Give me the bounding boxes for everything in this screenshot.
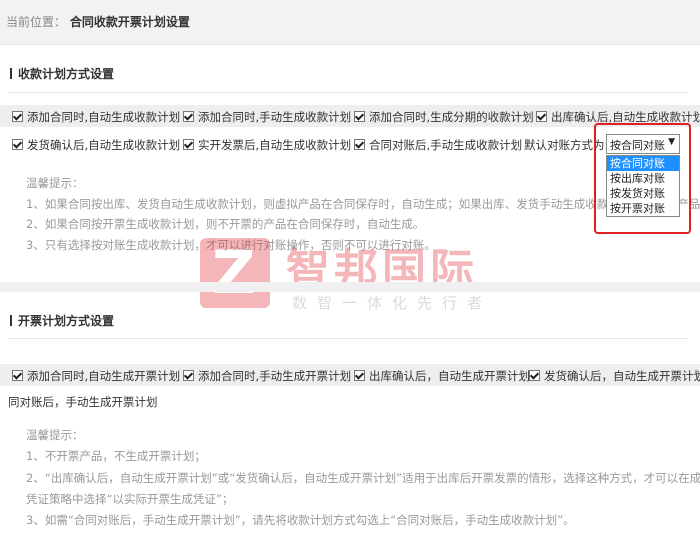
checkbox-checked-icon[interactable] [354,139,365,150]
checkbox-checked-icon[interactable] [12,111,23,122]
title-bar-decoration [10,68,12,79]
invoice-hint-2-cont: 凭证策略中选择“以实际开票生成凭证”； [26,492,234,506]
title-bar-decoration [10,315,12,326]
invoice-hint-title: 温馨提示： [26,428,84,442]
receipt-option-auto-on-add[interactable]: 添加合同时,自动生成收款计划 [12,109,180,125]
checkbox-checked-icon[interactable] [12,139,23,150]
section-separator [0,282,700,292]
checkbox-checked-icon[interactable] [183,111,194,122]
invoice-hint-3: 3、如需“合同对账后，手动生成开票计划”，请先将收款计划方式勾选上“合同对账后，… [26,513,575,527]
checkbox-checked-icon[interactable] [12,370,23,381]
watermark-logo: Z [200,238,270,308]
checkbox-checked-icon[interactable] [529,370,540,381]
invoice-option-after-reconcile-label: 同对账后，手动生成开票计划 [8,395,158,409]
receipt-hint-2: 2、如果合同按开票生成收款计划，则不开票的产品在合同保存时，自动生成。 [26,217,425,231]
invoice-section-title: 开票计划方式设置 [10,312,114,329]
invoice-option-manual-on-add[interactable]: 添加合同时,手动生成开票计划 [183,368,351,384]
page-title: 合同收款开票计划设置 [69,15,190,29]
receipt-option-manual-on-add[interactable]: 添加合同时,手动生成收款计划 [183,109,351,125]
section-divider [8,92,688,93]
invoice-hint-1: 1、不开票产品，不生成开票计划； [26,449,206,463]
checkbox-checked-icon[interactable] [536,111,547,122]
invoice-option-after-outbound[interactable]: 出库确认后，自动生成开票计划 [354,368,530,384]
invoice-hint-2: 2、“出库确认后，自动生成开票计划”或“发货确认后，自动生成开票计划”适用于出库… [26,471,700,485]
checkbox-checked-icon[interactable] [183,370,194,381]
receipt-option-after-invoice[interactable]: 实开发票后,自动生成收款计划 [183,137,351,153]
checkbox-checked-icon[interactable] [183,139,194,150]
breadcrumb-prefix: 当前位置： [6,15,67,29]
section-divider [8,338,688,339]
breadcrumb: 当前位置： 合同收款开票计划设置 [6,13,190,30]
checkbox-checked-icon[interactable] [354,111,365,122]
receipt-hint-title: 温馨提示： [26,176,84,190]
watermark-slogan: 数智一体化先行者 [292,294,493,312]
receipt-section-title: 收款计划方式设置 [10,65,114,82]
watermark: Z 智邦国际 数智一体化先行者 [200,238,510,314]
checkbox-checked-icon[interactable] [354,370,365,381]
invoice-option-after-delivery[interactable]: 发货确认后，自动生成开票计划 [529,368,700,384]
receipt-option-after-delivery[interactable]: 发货确认后,自动生成收款计划 [12,137,180,153]
breadcrumb-bar: 当前位置： 合同收款开票计划设置 [0,0,700,45]
highlight-annotation-box [594,123,691,234]
receipt-option-installment-on-add[interactable]: 添加合同时,生成分期的收款计划 [354,109,534,125]
receipt-option-after-reconcile[interactable]: 合同对账后,手动生成收款计划 [354,137,522,153]
invoice-option-auto-on-add[interactable]: 添加合同时,自动生成开票计划 [12,368,180,384]
